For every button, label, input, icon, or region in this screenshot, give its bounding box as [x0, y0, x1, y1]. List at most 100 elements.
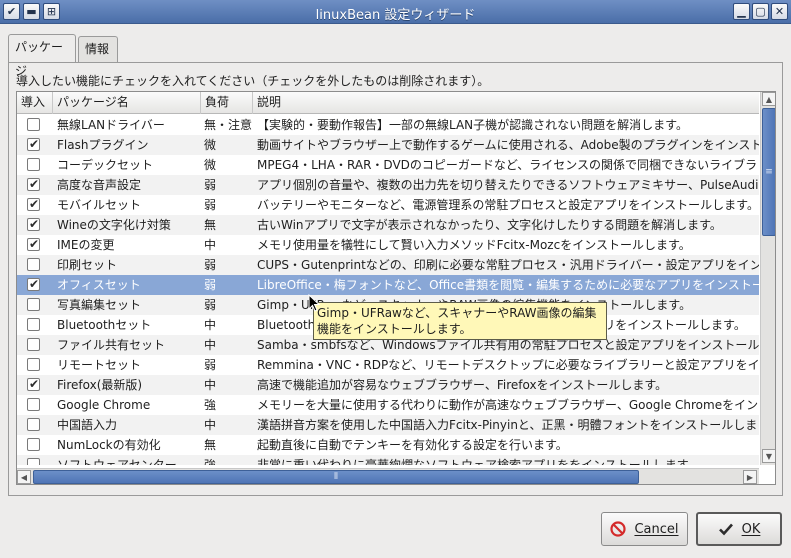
- package-description: Remmina・VNC・RDPなど、リモートデスクトップに必要なライブラリーと設…: [257, 358, 759, 372]
- install-checkbox[interactable]: ✔: [27, 217, 40, 231]
- package-load: 無: [204, 218, 217, 232]
- package-row[interactable]: 無線LANドライバー 無・注意 【実験的・要動作報告】一部の無線LAN子機が認識され…: [17, 115, 759, 135]
- package-list[interactable]: 導入 パッケージ名 負荷 説明 無線LANドライバー 無・注意 【実験的・要動作報告…: [16, 91, 776, 485]
- package-load: 微: [204, 138, 217, 152]
- scroll-up-icon[interactable]: ▲: [762, 92, 775, 106]
- window-title: linuxBean 設定ウィザード: [315, 8, 476, 23]
- package-row[interactable]: ✔ オフィスセット 弱 LibreOffice・梅フォントなど、Office書類を閲覧…: [17, 275, 759, 295]
- horizontal-scroll-thumb[interactable]: ⦀: [33, 470, 639, 484]
- package-row[interactable]: 印刷セット 弱 CUPS・Gutenprintなどの、印刷に必要な常駐プロセス・汎用…: [17, 255, 759, 275]
- package-load: 中: [204, 338, 217, 352]
- package-name: 高度な音声設定: [57, 178, 142, 192]
- package-row[interactable]: ✔ Flashプラグイン 微 動画サイトやブラウザー上で動作するゲームに使用される、A…: [17, 135, 759, 155]
- install-checkbox[interactable]: [27, 418, 40, 431]
- package-load: 微: [204, 158, 217, 172]
- package-description: CUPS・Gutenprintなどの、印刷に必要な常駐プロセス・汎用ドライバー・…: [257, 258, 759, 272]
- package-load: 中: [204, 378, 217, 392]
- install-checkbox[interactable]: [27, 398, 40, 411]
- package-description: アプリ個別の音量や、複数の出力先を切り替えたりできるソフトウェアミキサー、Pul…: [257, 178, 759, 192]
- package-name: Google Chrome: [57, 398, 151, 412]
- install-checkbox[interactable]: [27, 318, 40, 331]
- install-checkbox[interactable]: ✔: [27, 197, 40, 211]
- minimize-icon[interactable]: ▁: [733, 3, 750, 20]
- package-name: 無線LANドライバー: [57, 118, 165, 132]
- install-checkbox[interactable]: ✔: [27, 177, 40, 191]
- column-load[interactable]: 負荷: [201, 92, 253, 114]
- tab-packages[interactable]: パッケージ: [8, 34, 76, 78]
- column-install[interactable]: 導入: [17, 92, 53, 114]
- cancel-button[interactable]: Cancel: [601, 512, 688, 546]
- scroll-right-icon[interactable]: ▶: [743, 470, 757, 484]
- column-description[interactable]: 説明: [253, 92, 759, 114]
- package-name: Bluetoothセット: [57, 318, 152, 332]
- checkmark-icon: ✔: [29, 177, 40, 191]
- package-load: 中: [204, 318, 217, 332]
- install-checkbox[interactable]: [27, 458, 40, 465]
- scroll-left-icon[interactable]: ◀: [17, 470, 31, 484]
- package-name: IMEの変更: [57, 238, 115, 252]
- title-bar[interactable]: ✔ ▬ ⊞ linuxBean 設定ウィザード ▁ ▢ ✕: [0, 0, 791, 24]
- package-description: 非常に重い代わりに豪華絢爛なソフトウェア検索アプリををインストールします。: [257, 458, 700, 465]
- install-checkbox[interactable]: [27, 338, 40, 351]
- checkmark-icon: ✔: [29, 197, 40, 211]
- vertical-scroll-thumb[interactable]: ≡: [762, 108, 775, 236]
- install-checkbox[interactable]: ✔: [27, 377, 40, 391]
- package-row[interactable]: ✔ IMEの変更 中 メモリ使用量を犠牲にして賢い入力メソッドFcitx-Mozcをイ…: [17, 235, 759, 255]
- scroll-down-icon[interactable]: ▼: [762, 449, 775, 463]
- package-description: 漢語拼音方案を使用した中国語入力Fcitx-Pinyinと、正黑・明體フォントを…: [257, 418, 758, 432]
- package-description: 【実験的・要動作報告】一部の無線LAN子機が認識されない問題を解消します。: [257, 118, 688, 132]
- package-row[interactable]: ソフトウェアセンター 強 非常に重い代わりに豪華絢爛なソフトウェア検索アプリををイン…: [17, 455, 759, 465]
- install-checkbox[interactable]: [27, 118, 40, 131]
- install-checkbox[interactable]: [27, 298, 40, 311]
- package-load: 弱: [204, 358, 217, 372]
- checkmark-icon: [718, 523, 733, 536]
- tab-info[interactable]: 情報: [78, 36, 118, 62]
- package-name: 写真編集セット: [57, 298, 142, 312]
- install-checkbox[interactable]: [27, 158, 40, 171]
- package-description: メモリーを大量に使用する代わりに動作が高速なウェブブラウザー、Google Ch…: [257, 398, 759, 412]
- ok-label: OK: [741, 521, 761, 537]
- package-load: 弱: [204, 298, 217, 312]
- package-description: 動画サイトやブラウザー上で動作するゲームに使用される、Adobe製のプラグインを…: [257, 138, 759, 152]
- install-checkbox[interactable]: [27, 358, 40, 371]
- package-name: Wineの文字化け対策: [57, 218, 171, 232]
- package-name: Firefox(最新版): [57, 378, 143, 392]
- instruction-text: 導入したい機能にチェックを入れてください（チェックを外したものは削除されます）。: [16, 74, 490, 88]
- package-load: 無: [204, 438, 217, 452]
- package-name: リモートセット: [57, 358, 142, 372]
- package-row[interactable]: ✔ Wineの文字化け対策 無 古いWinアプリで文字が表示されなかったり、文字化けし…: [17, 215, 759, 235]
- package-name: コーデックセット: [57, 158, 154, 172]
- package-row[interactable]: ✔ 高度な音声設定 弱 アプリ個別の音量や、複数の出力先を切り替えたりできるソフトウェ…: [17, 175, 759, 195]
- package-row[interactable]: コーデックセット 微 MPEG4・LHA・RAR・DVDのコピーガードなど、ライセン…: [17, 155, 759, 175]
- vertical-scrollbar[interactable]: ▲ ≡ ▼: [760, 92, 775, 465]
- close-icon[interactable]: ✕: [771, 3, 788, 20]
- package-row[interactable]: 中国語入力 中 漢語拼音方案を使用した中国語入力Fcitx-Pinyinと、正黑・明…: [17, 415, 759, 435]
- package-row[interactable]: ✔ Firefox(最新版) 中 高速で機能追加が容易なウェブブラウザー、Firefo…: [17, 375, 759, 395]
- column-package[interactable]: パッケージ名: [53, 92, 201, 114]
- package-name: オフィスセット: [57, 278, 141, 292]
- checkmark-icon: ✔: [29, 237, 40, 251]
- install-checkbox[interactable]: [27, 258, 40, 271]
- package-name: ソフトウェアセンター: [57, 458, 177, 465]
- ok-button[interactable]: OK: [696, 512, 782, 546]
- install-checkbox[interactable]: ✔: [27, 277, 40, 291]
- package-description: メモリ使用量を犠牲にして賢い入力メソッドFcitx-Mozcをインストールします…: [257, 238, 691, 252]
- package-load: 弱: [204, 178, 217, 192]
- package-load: 強: [204, 398, 217, 412]
- tooltip: Gimp・UFRawなど、スキャナーやRAW画像の編集機能をインストールします。: [313, 302, 607, 340]
- package-load: 弱: [204, 198, 217, 212]
- install-checkbox[interactable]: [27, 438, 40, 451]
- package-load: 中: [204, 238, 217, 252]
- horizontal-scrollbar[interactable]: ◀ ⦀ ▶: [17, 468, 759, 484]
- package-load: 弱: [204, 258, 217, 272]
- package-name: ファイル共有セット: [57, 338, 166, 352]
- install-checkbox[interactable]: ✔: [27, 237, 40, 251]
- package-description: バッテリーやモニターなど、電源管理系の常駐プロセスと設定アプリをインストールしま…: [257, 198, 759, 212]
- package-row[interactable]: リモートセット 弱 Remmina・VNC・RDPなど、リモートデスクトップに必要な…: [17, 355, 759, 375]
- maximize-icon[interactable]: ▢: [752, 3, 769, 20]
- cancel-label: Cancel: [634, 521, 679, 537]
- package-row[interactable]: ✔ モバイルセット 弱 バッテリーやモニターなど、電源管理系の常駐プロセスと設定アプリ…: [17, 195, 759, 215]
- package-row[interactable]: Google Chrome 強 メモリーを大量に使用する代わりに動作が高速なウェブブ…: [17, 395, 759, 415]
- package-row[interactable]: NumLockの有効化 無 起動直後に自動でテンキーを有効化する設定を行います。: [17, 435, 759, 455]
- install-checkbox[interactable]: ✔: [27, 137, 40, 151]
